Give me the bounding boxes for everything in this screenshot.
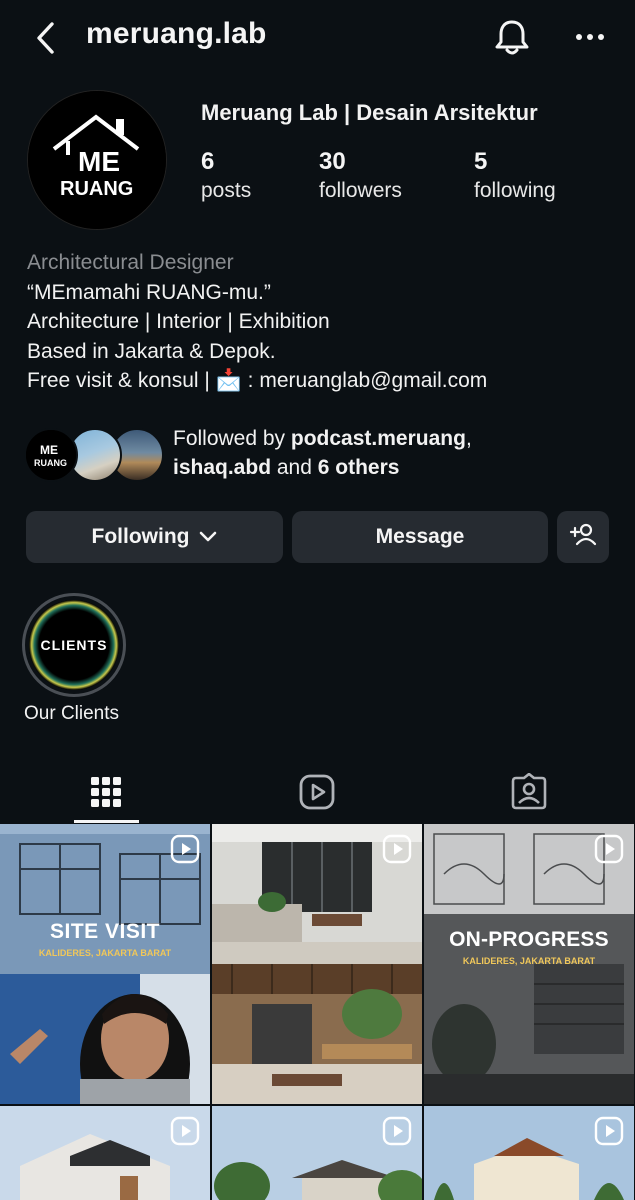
post-title: SITE VISIT: [49, 920, 161, 943]
reel-icon: [382, 1116, 412, 1146]
post-tile-house-1[interactable]: [0, 1106, 210, 1200]
bio-line-tagline: “MEmamahi RUANG-mu.”: [27, 280, 271, 304]
post-tile-site-visit[interactable]: SITE VISIT KALIDERES, JAKARTA BARAT: [0, 824, 210, 1104]
back-icon[interactable]: [30, 18, 62, 58]
top-bar: meruang.lab: [0, 0, 635, 76]
profile-display-name: Meruang Lab | Desain Arsitektur: [201, 100, 538, 125]
post-tile-on-progress[interactable]: ON-PROGRESS KALIDERES, JAKARTA BARAT: [424, 824, 634, 1104]
post-title: ON-PROGRESS: [449, 928, 609, 951]
bio-category: Architectural Designer: [27, 251, 234, 274]
posts-count-value: 6: [201, 148, 215, 175]
reel-icon: [170, 834, 200, 864]
followers-count[interactable]: 30 followers: [319, 148, 402, 206]
mutual-avatar-podcast-meruang: ME RUANG: [24, 428, 78, 482]
suggested-accounts-button[interactable]: [557, 511, 609, 563]
highlight-label: Our Clients: [24, 703, 120, 724]
tagged-person-icon: [511, 773, 547, 810]
bio-line-services: Architecture | Interior | Exhibition: [27, 310, 330, 333]
tab-reels[interactable]: [267, 762, 367, 822]
post-tile-house-2[interactable]: [212, 1106, 422, 1200]
following-count-value: 5: [474, 148, 488, 175]
reel-icon: [594, 1116, 624, 1146]
followers-count-label: followers: [319, 179, 402, 202]
profile-tabs: [0, 762, 635, 824]
avatar-logo-text-ruang: RUANG: [60, 178, 133, 200]
mutual-followers-text: Followed by podcast.meruang, ishaq.abd a…: [173, 427, 472, 479]
highlight-cover: CLIENTS: [29, 600, 119, 690]
notifications-bell-icon[interactable]: [492, 17, 532, 57]
profile-username: meruang.lab: [86, 17, 267, 50]
highlight-cover-text: CLIENTS: [41, 637, 108, 653]
message-button-label: Message: [375, 525, 465, 548]
chevron-down-icon: [199, 525, 217, 549]
active-tab-indicator: [74, 820, 139, 823]
post-subtitle: KALIDERES, JAKARTA BARAT: [462, 956, 596, 966]
posts-count[interactable]: 6 posts: [201, 148, 251, 206]
mutual-user-1: podcast.meruang: [290, 427, 466, 450]
reel-icon: [594, 834, 624, 864]
add-person-icon: [569, 522, 597, 552]
reel-icon: [170, 1116, 200, 1146]
reels-icon: [299, 774, 335, 810]
post-thumbnail: [0, 824, 210, 1104]
post-thumbnail: [212, 824, 422, 1104]
posts-count-label: posts: [201, 179, 252, 202]
following-button-label: Following: [91, 525, 190, 548]
message-button[interactable]: Message: [292, 511, 548, 563]
grid-icon: [91, 777, 121, 807]
tab-tagged[interactable]: [479, 762, 579, 822]
post-tile-house-3[interactable]: [424, 1106, 634, 1200]
bio-line-location: Based in Jakarta & Depok.: [27, 339, 276, 363]
reel-icon: [382, 834, 412, 864]
post-tile-interior[interactable]: [212, 824, 422, 1104]
mutual-user-2: ishaq.abd: [173, 456, 272, 479]
followers-count-value: 30: [319, 148, 346, 175]
avatar-logo-text-me: ME: [78, 146, 120, 177]
bio-line-contact[interactable]: Free visit & konsul | 📩 : meruanglab@gma…: [27, 366, 487, 396]
profile-avatar[interactable]: ME RUANG: [27, 90, 167, 230]
story-highlight-clients[interactable]: CLIENTS Our Clients: [22, 593, 128, 724]
mutual-others: 6 others: [317, 456, 400, 479]
mutual-followers[interactable]: ME RUANG Followed by podcast.meruang, ish…: [24, 424, 624, 484]
highlight-ring: CLIENTS: [22, 593, 126, 697]
more-options-icon[interactable]: [574, 22, 606, 52]
following-button[interactable]: Following: [26, 511, 283, 563]
profile-bio: Architectural Designer “MEmamahi RUANG-m…: [27, 248, 487, 396]
following-count[interactable]: 5 following: [474, 148, 556, 206]
svg-text:ME: ME: [40, 443, 58, 457]
post-subtitle: KALIDERES, JAKARTA BARAT: [38, 948, 172, 958]
following-count-label: following: [474, 179, 556, 202]
tab-posts-grid[interactable]: [56, 762, 156, 822]
svg-text:RUANG: RUANG: [34, 458, 67, 468]
